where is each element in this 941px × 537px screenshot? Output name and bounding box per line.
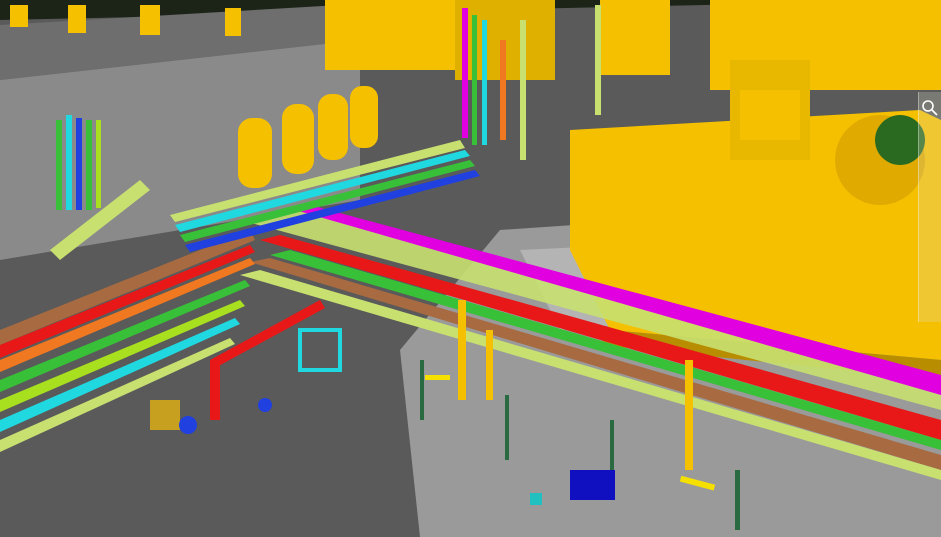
plant-scene[interactable]: [0, 0, 941, 537]
ground-marker-yellow: [425, 375, 450, 380]
vessel: [140, 5, 160, 35]
ground-marker-blue: [570, 470, 615, 500]
search-button[interactable]: [920, 98, 940, 118]
vessel: [10, 5, 28, 27]
3d-model-viewport[interactable]: [0, 0, 941, 537]
navigation-strip[interactable]: [918, 92, 941, 322]
vessel: [225, 8, 241, 36]
search-icon: [922, 100, 938, 116]
storage-tank: [325, 0, 455, 70]
storage-tank: [600, 0, 670, 75]
ground-marker-cyan: [530, 493, 542, 505]
vessel: [68, 5, 86, 33]
